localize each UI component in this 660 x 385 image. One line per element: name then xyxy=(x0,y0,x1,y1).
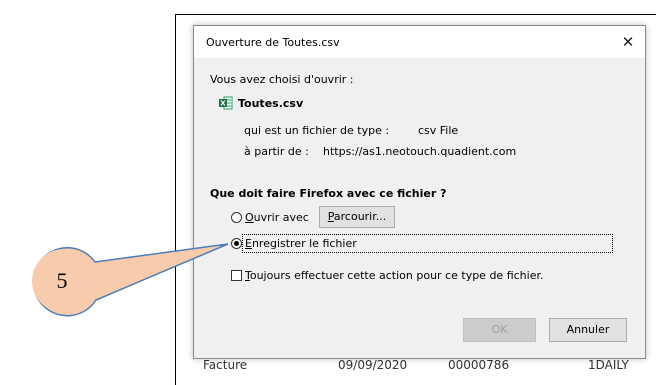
callout-number: 5 xyxy=(56,268,68,293)
callout-annotation xyxy=(32,243,229,317)
